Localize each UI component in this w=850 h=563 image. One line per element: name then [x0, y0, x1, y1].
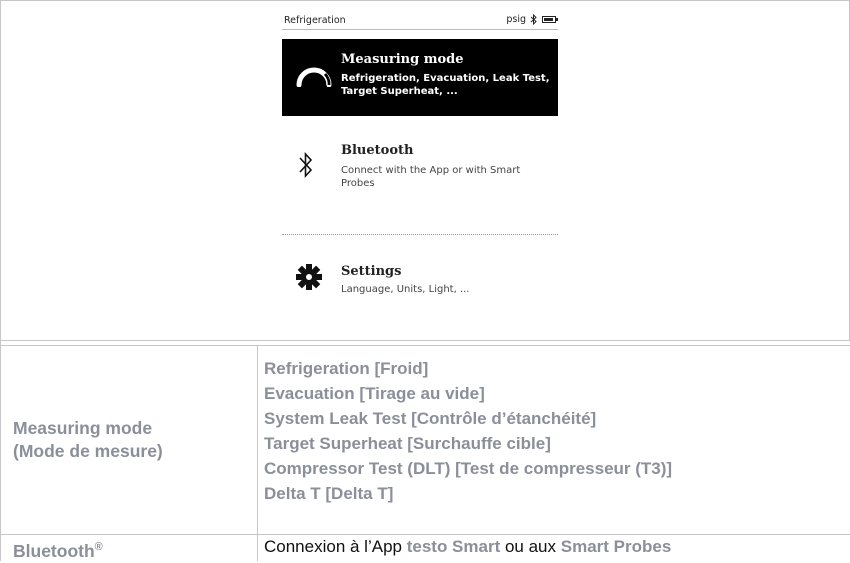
bluetooth-label: Bluetooth® — [13, 535, 103, 563]
list-item: Refrigeration [Froid] — [264, 359, 429, 378]
table-border-top — [0, 0, 850, 1]
menu-item-name: Settings — [341, 264, 402, 279]
menu-item-settings[interactable]: Settings Language, Units, Light, ... — [282, 250, 558, 306]
device-header-title: Refrigeration — [284, 15, 346, 26]
app-name: testo Smart — [406, 537, 501, 556]
menu-item-bluetooth[interactable]: Bluetooth Connect with the App or with S… — [282, 129, 558, 197]
device-status-bar: Refrigeration psig — [282, 13, 558, 30]
bluetooth-icon — [299, 151, 313, 179]
bluetooth-icon — [530, 14, 537, 25]
table-column-divider — [257, 345, 258, 561]
battery-icon — [542, 16, 558, 23]
gear-icon — [296, 264, 322, 290]
menu-item-name: Measuring mode — [341, 52, 464, 67]
table-border-left — [0, 0, 1, 561]
device-status-icons: psig — [506, 14, 558, 25]
probe-name: Smart Probes — [560, 537, 672, 556]
measuring-mode-label-en: Measuring mode — [13, 418, 153, 438]
menu-item-desc: Refrigeration, Evacuation, Leak Test, Ta… — [341, 73, 550, 97]
gauge-icon — [296, 67, 332, 87]
measuring-mode-label-fr: (Mode de mesure) — [13, 441, 163, 461]
menu-item-desc: Connect with the App or with Smart Probe… — [341, 165, 521, 189]
menu-divider — [282, 234, 558, 235]
header-divider — [282, 29, 558, 30]
unit-label: psig — [506, 14, 526, 25]
table-row-divider — [0, 340, 850, 341]
table-row-divider — [0, 345, 850, 346]
measuring-mode-label: Measuring mode (Mode de mesure) — [13, 417, 248, 463]
device-screenshot: Refrigeration psig Measuring mode Refrig… — [278, 8, 564, 334]
bluetooth-description: Connexion à l’App testo Smart ou aux Sma… — [264, 535, 671, 559]
measuring-mode-list: Refrigeration [Froid] Evacuation [Tirage… — [264, 356, 672, 506]
menu-item-desc: Language, Units, Light, ... — [341, 284, 470, 295]
list-item: System Leak Test [Contrôle d’étanchéité] — [264, 409, 597, 428]
registered-mark: ® — [94, 541, 103, 553]
list-item: Evacuation [Tirage au vide] — [264, 384, 485, 403]
menu-item-name: Bluetooth — [341, 143, 414, 158]
desc-text: ou aux — [500, 537, 561, 556]
list-item: Compressor Test (DLT) [Test de compresse… — [264, 459, 673, 478]
desc-text: Connexion à l’App — [264, 537, 407, 556]
bluetooth-label-text: Bluetooth — [13, 540, 95, 561]
list-item: Target Superheat [Surchauffe cible] — [264, 434, 551, 453]
list-item: Delta T [Delta T] — [264, 484, 394, 503]
menu-item-measuring-mode[interactable]: Measuring mode Refrigeration, Evacuation… — [282, 39, 558, 116]
